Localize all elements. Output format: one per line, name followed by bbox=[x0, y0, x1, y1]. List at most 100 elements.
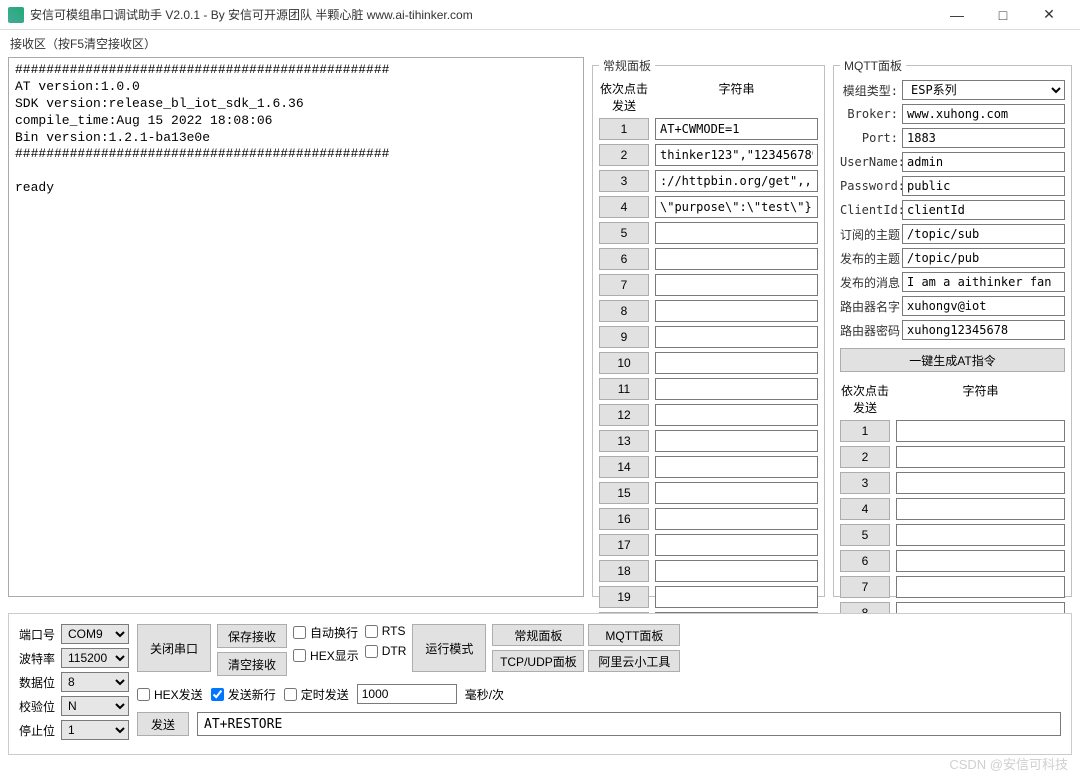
common-slot-input-7[interactable] bbox=[655, 274, 818, 296]
generate-at-button[interactable]: 一键生成AT指令 bbox=[840, 348, 1065, 372]
panel-aliyun-button[interactable]: 阿里云小工具 bbox=[588, 650, 680, 672]
common-slot-button-13[interactable]: 13 bbox=[599, 430, 649, 452]
port-select[interactable]: COM9 bbox=[61, 624, 129, 644]
common-slot-button-16[interactable]: 16 bbox=[599, 508, 649, 530]
clientid-input[interactable] bbox=[902, 200, 1065, 220]
common-slot-button-11[interactable]: 11 bbox=[599, 378, 649, 400]
app-icon bbox=[8, 7, 24, 23]
mqtt-slot-input-2[interactable] bbox=[896, 446, 1065, 468]
common-slot-input-5[interactable] bbox=[655, 222, 818, 244]
rts-checkbox[interactable]: RTS bbox=[365, 624, 407, 638]
mqtt-slot-input-1[interactable] bbox=[896, 420, 1065, 442]
common-slot-button-1[interactable]: 1 bbox=[599, 118, 649, 140]
common-slot-button-18[interactable]: 18 bbox=[599, 560, 649, 582]
common-slot-button-19[interactable]: 19 bbox=[599, 586, 649, 608]
interval-input[interactable] bbox=[357, 684, 457, 704]
common-slot-button-12[interactable]: 12 bbox=[599, 404, 649, 426]
common-slot-input-11[interactable] bbox=[655, 378, 818, 400]
common-slot-input-6[interactable] bbox=[655, 248, 818, 270]
common-slot-input-8[interactable] bbox=[655, 300, 818, 322]
common-slot-input-18[interactable] bbox=[655, 560, 818, 582]
common-slot-input-3[interactable] bbox=[655, 170, 818, 192]
common-slot-button-17[interactable]: 17 bbox=[599, 534, 649, 556]
common-slot-input-17[interactable] bbox=[655, 534, 818, 556]
run-mode-button[interactable]: 运行模式 bbox=[412, 624, 486, 672]
mqtt-slot-button-1[interactable]: 1 bbox=[840, 420, 890, 442]
mqtt-slot-input-6[interactable] bbox=[896, 550, 1065, 572]
model-select[interactable]: ESP系列 bbox=[902, 80, 1065, 100]
password-input[interactable] bbox=[902, 176, 1065, 196]
router-label: 路由器名字: bbox=[840, 298, 898, 315]
auto-wrap-checkbox[interactable]: 自动换行 bbox=[293, 624, 359, 641]
mqtt-slot-input-3[interactable] bbox=[896, 472, 1065, 494]
save-recv-button[interactable]: 保存接收 bbox=[217, 624, 287, 648]
common-slot-button-10[interactable]: 10 bbox=[599, 352, 649, 374]
recv-textarea[interactable]: ########################################… bbox=[8, 57, 584, 597]
maximize-button[interactable]: □ bbox=[980, 0, 1026, 30]
port-input[interactable] bbox=[902, 128, 1065, 148]
pubtopic-input[interactable] bbox=[902, 248, 1065, 268]
minimize-button[interactable]: — bbox=[934, 0, 980, 30]
send-input[interactable] bbox=[197, 712, 1061, 736]
common-slot-button-5[interactable]: 5 bbox=[599, 222, 649, 244]
clear-recv-button[interactable]: 清空接收 bbox=[217, 652, 287, 676]
common-slot-input-1[interactable] bbox=[655, 118, 818, 140]
common-slot-input-12[interactable] bbox=[655, 404, 818, 426]
mqtt-slot-input-7[interactable] bbox=[896, 576, 1065, 598]
common-slot-input-9[interactable] bbox=[655, 326, 818, 348]
dtr-checkbox[interactable]: DTR bbox=[365, 644, 407, 658]
timed-send-checkbox[interactable]: 定时发送 bbox=[284, 686, 349, 703]
mqtt-slot-input-5[interactable] bbox=[896, 524, 1065, 546]
send-newline-checkbox[interactable]: 发送新行 bbox=[211, 686, 276, 703]
panel-common-button[interactable]: 常规面板 bbox=[492, 624, 584, 646]
common-slot-button-2[interactable]: 2 bbox=[599, 144, 649, 166]
subtopic-input[interactable] bbox=[902, 224, 1065, 244]
baud-cfg-label: 波特率 bbox=[19, 650, 57, 667]
common-slot-button-9[interactable]: 9 bbox=[599, 326, 649, 348]
common-slot-button-6[interactable]: 6 bbox=[599, 248, 649, 270]
close-button[interactable]: ✕ bbox=[1026, 0, 1072, 30]
mqtt-slot-input-4[interactable] bbox=[896, 498, 1065, 520]
panel-tcpudp-button[interactable]: TCP/UDP面板 bbox=[492, 650, 584, 672]
panel-mqtt-button[interactable]: MQTT面板 bbox=[588, 624, 680, 646]
common-slot-input-13[interactable] bbox=[655, 430, 818, 452]
common-slot-button-14[interactable]: 14 bbox=[599, 456, 649, 478]
stopbits-select[interactable]: 1 bbox=[61, 720, 129, 740]
pubmsg-input[interactable] bbox=[902, 272, 1065, 292]
common-panel-title: 常规面板 bbox=[599, 57, 655, 74]
common-slot-button-3[interactable]: 3 bbox=[599, 170, 649, 192]
common-slot-input-19[interactable] bbox=[655, 586, 818, 608]
mqtt-slot-button-7[interactable]: 7 bbox=[840, 576, 890, 598]
routerpw-label: 路由器密码: bbox=[840, 322, 898, 339]
common-slot-button-15[interactable]: 15 bbox=[599, 482, 649, 504]
mqtt-slot-button-2[interactable]: 2 bbox=[840, 446, 890, 468]
mqtt-slot-button-3[interactable]: 3 bbox=[840, 472, 890, 494]
broker-input[interactable] bbox=[902, 104, 1065, 124]
common-slot-input-16[interactable] bbox=[655, 508, 818, 530]
common-slot-input-2[interactable] bbox=[655, 144, 818, 166]
hex-send-checkbox[interactable]: HEX发送 bbox=[137, 686, 203, 703]
hex-show-checkbox[interactable]: HEX显示 bbox=[293, 647, 359, 664]
username-input[interactable] bbox=[902, 152, 1065, 172]
mqtt-slot-button-6[interactable]: 6 bbox=[840, 550, 890, 572]
clientid-label: ClientId: bbox=[840, 203, 898, 217]
common-slot-input-4[interactable] bbox=[655, 196, 818, 218]
close-port-button[interactable]: 关闭串口 bbox=[137, 624, 211, 672]
titlebar: 安信可模组串口调试助手 V2.0.1 - By 安信可开源团队 半颗心脏 www… bbox=[0, 0, 1080, 30]
mqtt-slot-button-4[interactable]: 4 bbox=[840, 498, 890, 520]
mqtt-slot-button-5[interactable]: 5 bbox=[840, 524, 890, 546]
bottom-area: 端口号COM9 波特率115200 数据位8 校验位N 停止位1 关闭串口 保存… bbox=[8, 613, 1072, 755]
common-slot-button-8[interactable]: 8 bbox=[599, 300, 649, 322]
parity-select[interactable]: N bbox=[61, 696, 129, 716]
router-input[interactable] bbox=[902, 296, 1065, 316]
common-slot-input-15[interactable] bbox=[655, 482, 818, 504]
baud-select[interactable]: 115200 bbox=[61, 648, 129, 668]
common-slot-button-4[interactable]: 4 bbox=[599, 196, 649, 218]
port-label: Port: bbox=[840, 131, 898, 145]
common-slot-input-14[interactable] bbox=[655, 456, 818, 478]
databits-select[interactable]: 8 bbox=[61, 672, 129, 692]
send-button[interactable]: 发送 bbox=[137, 712, 189, 736]
common-slot-button-7[interactable]: 7 bbox=[599, 274, 649, 296]
routerpw-input[interactable] bbox=[902, 320, 1065, 340]
common-slot-input-10[interactable] bbox=[655, 352, 818, 374]
